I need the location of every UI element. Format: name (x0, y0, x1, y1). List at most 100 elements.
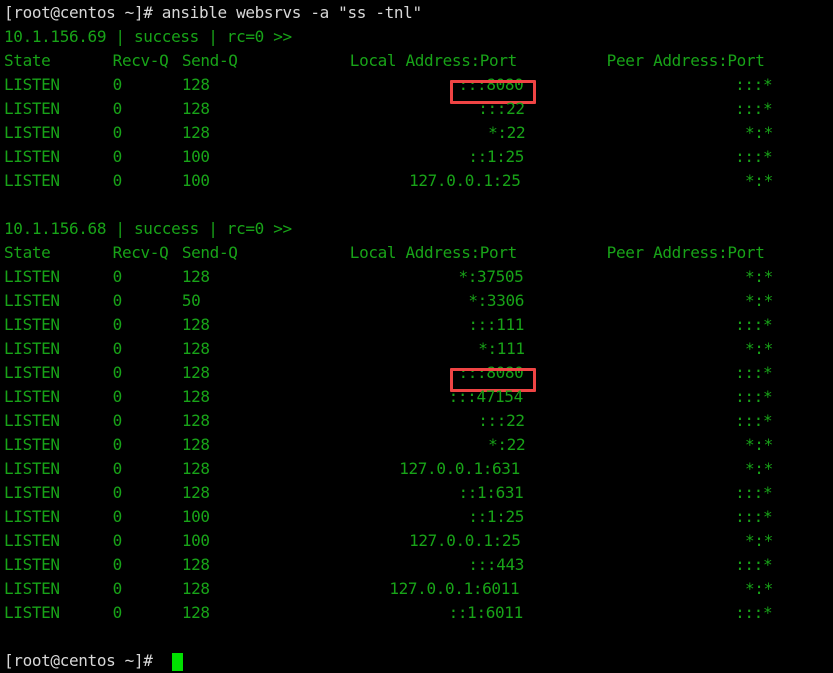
socket-state: LISTEN (4, 555, 60, 574)
socket-recv-q: 0 (112, 75, 123, 94)
socket-peer-address: *:* (745, 459, 773, 478)
socket-local-address: ::1:25 (468, 147, 525, 166)
final-prompt-line: [root@centos ~]# (4, 651, 162, 670)
terminal-screen[interactable]: [root@centos ~]# ansible websrvs -a "ss … (0, 0, 833, 671)
socket-state: LISTEN (4, 315, 60, 334)
socket-peer-address: :::* (735, 507, 773, 526)
socket-recv-q: 0 (112, 267, 123, 286)
socket-peer-address: *:* (745, 123, 773, 142)
socket-local-address: *:37505 (458, 267, 524, 286)
socket-local-address: *:22 (488, 435, 526, 454)
socket-peer-address: :::* (735, 75, 773, 94)
socket-send-q: 128 (181, 363, 210, 382)
socket-recv-q: 0 (112, 291, 123, 310)
socket-local-address: 127.0.0.1:6011 (389, 579, 520, 598)
socket-local-address: :::8080 (458, 363, 524, 382)
socket-local-address: *:22 (488, 123, 526, 142)
socket-peer-address: :::* (735, 483, 773, 502)
socket-peer-address: *:* (745, 171, 773, 190)
socket-peer-address: *:* (745, 531, 773, 550)
socket-recv-q: 0 (112, 531, 123, 550)
socket-send-q: 128 (181, 579, 210, 598)
socket-local-address: :::22 (478, 411, 525, 430)
socket-local-address: :::111 (468, 315, 525, 334)
socket-send-q: 100 (181, 531, 210, 550)
socket-state: LISTEN (4, 507, 60, 526)
socket-send-q: 128 (181, 267, 210, 286)
socket-send-q: 128 (181, 75, 210, 94)
socket-state: LISTEN (4, 603, 60, 622)
socket-state: LISTEN (4, 483, 60, 502)
socket-recv-q: 0 (112, 99, 123, 118)
socket-local-address: ::1:6011 (448, 603, 524, 622)
host-result-header-10.1.156.68: 10.1.156.68 | success | rc=0 >> (4, 219, 292, 238)
socket-recv-q: 0 (112, 579, 123, 598)
socket-local-address: 127.0.0.1:25 (409, 531, 521, 550)
socket-local-address: :::47154 (448, 387, 524, 406)
socket-local-address: 127.0.0.1:631 (399, 459, 520, 478)
socket-recv-q: 0 (112, 603, 123, 622)
socket-state: LISTEN (4, 387, 60, 406)
command-prompt-line: [root@centos ~]# ansible websrvs -a "ss … (4, 3, 422, 22)
socket-state: LISTEN (4, 435, 60, 454)
socket-local-address: ::1:25 (468, 507, 525, 526)
column-header-peer-address: Peer Address:Port (606, 51, 765, 70)
column-header-recv-q: Recv-Q (112, 243, 169, 262)
socket-local-address: :::8080 (458, 75, 524, 94)
column-header-state: State (4, 243, 51, 262)
column-header-recv-q: Recv-Q (112, 51, 169, 70)
socket-state: LISTEN (4, 411, 60, 430)
socket-local-address: ::1:631 (458, 483, 524, 502)
socket-send-q: 128 (181, 123, 210, 142)
socket-peer-address: :::* (735, 363, 773, 382)
socket-peer-address: *:* (745, 291, 773, 310)
socket-state: LISTEN (4, 531, 60, 550)
socket-local-address: 127.0.0.1:25 (409, 171, 521, 190)
column-header-local-address: Local Address:Port (349, 51, 517, 70)
socket-send-q: 128 (181, 603, 210, 622)
socket-recv-q: 0 (112, 435, 123, 454)
socket-state: LISTEN (4, 171, 60, 190)
socket-recv-q: 0 (112, 483, 123, 502)
socket-recv-q: 0 (112, 315, 123, 334)
socket-peer-address: *:* (745, 267, 773, 286)
socket-send-q: 128 (181, 99, 210, 118)
socket-state: LISTEN (4, 339, 60, 358)
socket-state: LISTEN (4, 363, 60, 382)
column-header-send-q: Send-Q (181, 243, 238, 262)
socket-peer-address: *:* (745, 579, 773, 598)
socket-state: LISTEN (4, 99, 60, 118)
socket-state: LISTEN (4, 75, 60, 94)
socket-recv-q: 0 (112, 411, 123, 430)
socket-recv-q: 0 (112, 507, 123, 526)
socket-recv-q: 0 (112, 123, 123, 142)
socket-state: LISTEN (4, 267, 60, 286)
text-cursor (171, 653, 183, 671)
socket-peer-address: *:* (745, 339, 773, 358)
socket-local-address: :::443 (468, 555, 525, 574)
socket-peer-address: :::* (735, 555, 773, 574)
socket-send-q: 50 (181, 291, 201, 310)
socket-state: LISTEN (4, 291, 60, 310)
socket-peer-address: :::* (735, 411, 773, 430)
host-result-header-10.1.156.69: 10.1.156.69 | success | rc=0 >> (4, 27, 292, 46)
socket-recv-q: 0 (112, 147, 123, 166)
socket-peer-address: *:* (745, 435, 773, 454)
socket-peer-address: :::* (735, 603, 773, 622)
socket-state: LISTEN (4, 459, 60, 478)
socket-local-address: :::22 (478, 99, 525, 118)
column-header-peer-address: Peer Address:Port (606, 243, 765, 262)
socket-recv-q: 0 (112, 459, 123, 478)
socket-send-q: 100 (181, 171, 210, 190)
socket-state: LISTEN (4, 147, 60, 166)
socket-send-q: 128 (181, 315, 210, 334)
socket-recv-q: 0 (112, 387, 123, 406)
socket-send-q: 100 (181, 147, 210, 166)
socket-send-q: 128 (181, 555, 210, 574)
socket-peer-address: :::* (735, 315, 773, 334)
socket-state: LISTEN (4, 123, 60, 142)
socket-send-q: 100 (181, 507, 210, 526)
socket-send-q: 128 (181, 411, 210, 430)
socket-send-q: 128 (181, 459, 210, 478)
socket-peer-address: :::* (735, 99, 773, 118)
